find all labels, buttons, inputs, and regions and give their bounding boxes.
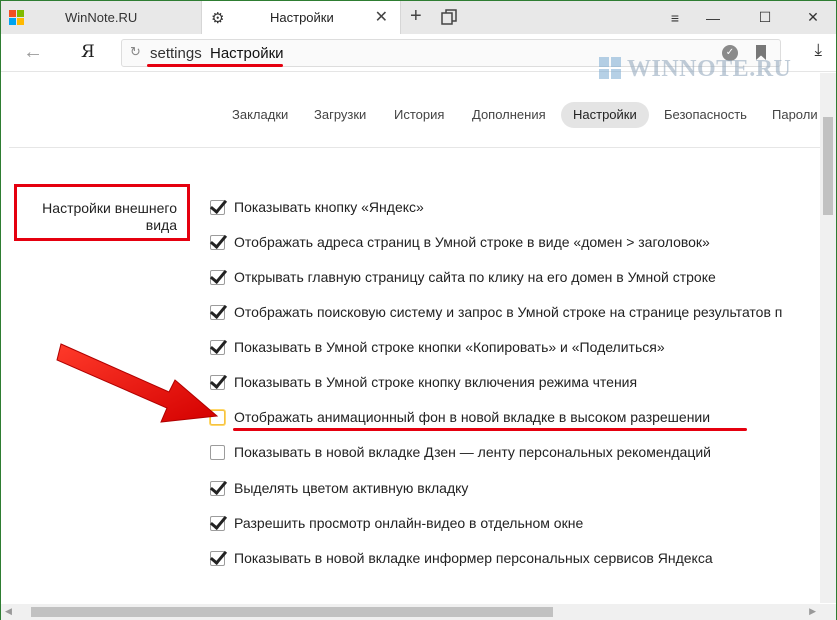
- option-open-domain[interactable]: Открывать главную страницу сайта по клик…: [210, 266, 716, 288]
- option-domain-title[interactable]: Отображать адреса страниц в Умной строке…: [210, 231, 710, 253]
- windows-logo-icon: [9, 10, 25, 26]
- vertical-scrollbar[interactable]: [820, 73, 836, 603]
- scrollbar-thumb[interactable]: [31, 607, 553, 617]
- plus-icon[interactable]: +: [410, 5, 422, 28]
- watermark: WINNOTE.RU: [627, 56, 792, 82]
- settings-nav: Закладки Загрузки История Дополнения Нас…: [1, 102, 821, 130]
- horizontal-scrollbar[interactable]: ◀ ▶: [1, 604, 836, 620]
- checkbox[interactable]: [210, 515, 225, 531]
- nav-settings[interactable]: Настройки: [561, 102, 649, 128]
- annotation-underline: [147, 64, 283, 67]
- option-search-query[interactable]: Отображать поисковую систему и запрос в …: [210, 301, 782, 323]
- checkbox[interactable]: [210, 444, 225, 460]
- annotation-arrow-icon: [56, 343, 219, 423]
- tab-strip: WinNote.RU ⚙ Настройки ✕ + ≡ — ☐ ✕: [1, 1, 836, 34]
- url-text: settings: [150, 45, 202, 62]
- tab-winnote[interactable]: WinNote.RU: [31, 1, 196, 34]
- checkbox[interactable]: [210, 480, 225, 496]
- option-label: Открывать главную страницу сайта по клик…: [234, 269, 716, 285]
- minimize-icon[interactable]: —: [696, 1, 730, 34]
- gear-icon: ⚙: [211, 10, 225, 27]
- tabs-icon[interactable]: [441, 9, 457, 25]
- option-label: Показывать в Умной строке кнопку включен…: [234, 374, 638, 390]
- scroll-right-icon[interactable]: ▶: [809, 606, 816, 617]
- option-label: Разрешить просмотр онлайн-видео в отдель…: [234, 515, 584, 531]
- option-video-popup[interactable]: Разрешить просмотр онлайн-видео в отдель…: [210, 512, 583, 534]
- option-label: Отображать адреса страниц в Умной строке…: [234, 234, 710, 250]
- option-show-yandex-button[interactable]: Показывать кнопку «Яндекс»: [210, 196, 424, 218]
- watermark-logo-icon: [599, 57, 621, 79]
- option-label: Показывать кнопку «Яндекс»: [234, 199, 424, 215]
- close-icon[interactable]: ✕: [375, 7, 388, 27]
- option-label: Выделять цветом активную вкладку: [234, 480, 469, 496]
- option-label: Отображать анимационный фон в новой вкла…: [234, 409, 711, 425]
- option-highlight-tab[interactable]: Выделять цветом активную вкладку: [210, 477, 468, 499]
- option-label: Показывать в новой вкладке Дзен — ленту …: [234, 444, 711, 460]
- back-arrow-icon[interactable]: ←: [23, 41, 43, 64]
- option-label: Показывать в Умной строке кнопки «Копиро…: [234, 339, 665, 355]
- checkbox[interactable]: [210, 304, 225, 320]
- nav-history[interactable]: История: [382, 102, 456, 128]
- option-animated-background[interactable]: Отображать анимационный фон в новой вкла…: [210, 406, 710, 428]
- maximize-icon[interactable]: ☐: [748, 1, 782, 34]
- checkbox[interactable]: [210, 234, 225, 250]
- yandex-button[interactable]: Я: [81, 42, 95, 62]
- tab-settings[interactable]: ⚙ Настройки ✕: [201, 1, 401, 34]
- annotation-underline: [233, 428, 747, 431]
- nav-security[interactable]: Безопасность: [652, 102, 759, 128]
- scrollbar-thumb[interactable]: [823, 117, 833, 215]
- option-reading-mode[interactable]: Показывать в Умной строке кнопку включен…: [210, 371, 637, 393]
- tab-title: WinNote.RU: [65, 10, 138, 25]
- browser-window: WinNote.RU ⚙ Настройки ✕ + ≡ — ☐ ✕ ← Я ↻…: [0, 0, 837, 620]
- option-label: Отображать поисковую систему и запрос в …: [234, 304, 783, 320]
- checkbox[interactable]: [210, 199, 225, 215]
- url-page-title: Настройки: [210, 45, 284, 62]
- scroll-left-icon[interactable]: ◀: [5, 606, 12, 617]
- close-window-icon[interactable]: ✕: [796, 1, 830, 34]
- checkbox[interactable]: [210, 269, 225, 285]
- checkbox[interactable]: [210, 550, 225, 566]
- option-services-informer[interactable]: Показывать в новой вкладке информер перс…: [210, 547, 713, 569]
- option-label: Показывать в новой вкладке информер перс…: [234, 550, 713, 566]
- section-title: Настройки внешнего вида: [42, 200, 177, 233]
- nav-extensions[interactable]: Дополнения: [460, 102, 558, 128]
- option-copy-share[interactable]: Показывать в Умной строке кнопки «Копиро…: [210, 336, 665, 358]
- nav-downloads[interactable]: Загрузки: [302, 102, 378, 128]
- nav-bookmarks[interactable]: Закладки: [220, 102, 300, 128]
- download-icon[interactable]: ⤓: [814, 40, 822, 60]
- option-zen-feed[interactable]: Показывать в новой вкладке Дзен — ленту …: [210, 441, 711, 463]
- divider: [9, 147, 821, 148]
- reload-icon[interactable]: ↻: [130, 44, 141, 60]
- menu-icon[interactable]: ≡: [658, 1, 692, 34]
- tab-title: Настройки: [270, 10, 334, 25]
